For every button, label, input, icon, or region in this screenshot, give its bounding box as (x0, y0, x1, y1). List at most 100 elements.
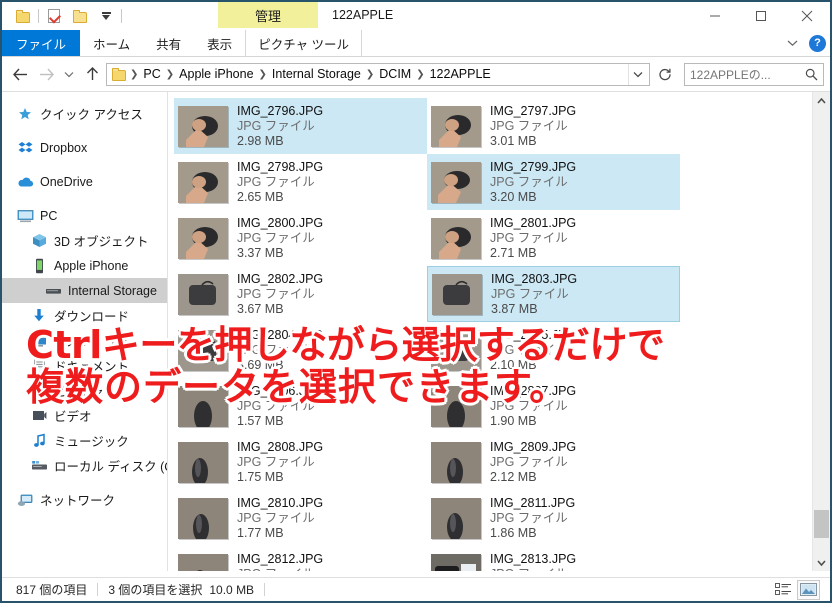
breadcrumb-item-apple-iphone[interactable]: Apple iPhone (175, 67, 257, 81)
sidebar-item-videos[interactable]: ビデオ (2, 403, 167, 428)
sidebar-item-quick-access[interactable]: クイック アクセス (2, 101, 167, 126)
address-dropdown-button[interactable] (628, 63, 647, 85)
collapse-ribbon-button[interactable] (781, 32, 803, 54)
recent-locations-button[interactable] (60, 62, 78, 86)
navigation-pane[interactable]: クイック アクセス Dropbox OneDrive PC 3D オブジェクト … (2, 92, 168, 571)
file-thumbnail (178, 497, 228, 539)
status-divider-2 (264, 583, 266, 596)
breadcrumb-item-dcim[interactable]: DCIM (375, 67, 415, 81)
file-name: IMG_2806.JPG (237, 383, 324, 398)
minimize-button[interactable] (692, 2, 738, 30)
sidebar-item-label: OneDrive (40, 174, 93, 189)
file-thumbnail (178, 105, 228, 147)
file-item[interactable]: IMG_2806.JPG JPG ファイル 1.57 MB (174, 378, 427, 434)
tab-picture-tools[interactable]: ピクチャ ツール (245, 30, 363, 56)
sidebar-item-label: ネットワーク (40, 494, 116, 508)
file-item[interactable]: IMG_2799.JPG JPG ファイル 3.20 MB (427, 154, 680, 210)
file-item[interactable]: IMG_2812.JPG JPG ファイル 1.73 MB (174, 546, 427, 571)
picture-icon (30, 383, 48, 399)
file-item[interactable]: IMG_2807.JPG JPG ファイル 1.90 MB (427, 378, 680, 434)
sidebar-item-dropbox[interactable]: Dropbox (2, 135, 167, 160)
scroll-down-button[interactable] (813, 554, 830, 571)
breadcrumb-item-pc[interactable]: PC (139, 67, 164, 81)
properties-button[interactable] (41, 5, 67, 27)
tab-file[interactable]: ファイル (2, 30, 81, 56)
phone-icon (30, 258, 48, 274)
file-item[interactable]: IMG_2811.JPG JPG ファイル 1.86 MB (427, 490, 680, 546)
large-icons-view-button[interactable] (797, 579, 820, 600)
sidebar-item-local-disk-c[interactable]: ローカル ディスク (C:) (2, 453, 167, 478)
file-item[interactable]: IMG_2804.JPG JPG ファイル 3.69 MB (174, 322, 427, 378)
file-thumbnail (431, 441, 481, 483)
view-mode-buttons (772, 579, 826, 600)
file-item[interactable]: IMG_2809.JPG JPG ファイル 2.12 MB (427, 434, 680, 490)
file-size: 1.77 MB (237, 525, 284, 540)
scroll-up-button[interactable] (813, 92, 830, 109)
help-button[interactable]: ? (809, 34, 826, 52)
new-folder-button[interactable] (67, 5, 93, 27)
breadcrumb-item-internal-storage[interactable]: Internal Storage (268, 67, 365, 81)
file-item[interactable]: IMG_2813.JPG JPG ファイル 1.33 MB (427, 546, 680, 571)
file-meta: IMG_2811.JPG JPG ファイル 1.86 MB (490, 496, 575, 541)
monitor-icon (16, 208, 34, 224)
tab-home[interactable]: ホーム (80, 30, 143, 56)
close-button[interactable] (784, 2, 830, 30)
cloud-icon (16, 174, 34, 190)
sidebar-item-apple-iphone[interactable]: Apple iPhone (2, 253, 167, 278)
status-item-count: 817 個の項目 (6, 581, 97, 598)
file-name: IMG_2810.JPG (237, 495, 324, 510)
file-item[interactable]: IMG_2802.JPG JPG ファイル 3.67 MB (174, 266, 427, 322)
sidebar-item-onedrive[interactable]: OneDrive (2, 169, 167, 194)
download-icon (30, 308, 48, 324)
file-item[interactable]: IMG_2805.JPG JPG ファイル 2.10 MB (427, 322, 680, 378)
sidebar-item-music[interactable]: ミュージック (2, 428, 167, 453)
sidebar-item-label: Dropbox (40, 140, 88, 155)
address-bar: ❯ PC ❯ Apple iPhone ❯ Internal Storage ❯… (2, 57, 830, 91)
sidebar-item-internal-storage[interactable]: Internal Storage (2, 278, 167, 303)
file-item[interactable]: IMG_2796.JPG JPG ファイル 2.98 MB (174, 98, 427, 154)
sidebar-item-downloads[interactable]: ダウンロード (2, 303, 167, 328)
status-selection: 3 個の項目を選択 10.0 MB (98, 581, 264, 598)
desktop-icon (30, 333, 48, 349)
star-icon (16, 106, 34, 122)
file-list-pane[interactable]: IMG_2796.JPG JPG ファイル 2.98 MB IMG_2797.J… (168, 92, 830, 571)
file-name: IMG_2797.JPG (490, 103, 577, 118)
file-item[interactable]: IMG_2798.JPG JPG ファイル 2.65 MB (174, 154, 427, 210)
sidebar-item-pc[interactable]: PC (2, 203, 167, 228)
tab-share[interactable]: 共有 (143, 30, 194, 56)
breadcrumb-bar[interactable]: ❯ PC ❯ Apple iPhone ❯ Internal Storage ❯… (106, 62, 650, 86)
status-item-count-text: 817 個の項目 (16, 583, 88, 597)
maximize-button[interactable] (738, 2, 784, 30)
customize-qat-button[interactable] (93, 5, 119, 27)
status-selection-text: 3 個の項目を選択 (108, 583, 203, 597)
back-button[interactable] (8, 62, 32, 86)
file-name: IMG_2800.JPG (237, 215, 324, 230)
breadcrumb-separator: ❯ (165, 68, 175, 80)
file-item[interactable]: IMG_2803.JPG JPG ファイル 3.87 MB (427, 266, 680, 322)
file-item[interactable]: IMG_2810.JPG JPG ファイル 1.77 MB (174, 490, 427, 546)
file-item[interactable]: IMG_2801.JPG JPG ファイル 2.71 MB (427, 210, 680, 266)
breadcrumb-separator: ❯ (258, 68, 267, 80)
file-item[interactable]: IMG_2800.JPG JPG ファイル 3.37 MB (174, 210, 427, 266)
file-item[interactable]: IMG_2797.JPG JPG ファイル 3.01 MB (427, 98, 680, 154)
sidebar-item-pictures[interactable]: ピクチャ (2, 378, 167, 403)
refresh-button[interactable] (652, 62, 678, 87)
file-meta: IMG_2801.JPG JPG ファイル 2.71 MB (490, 216, 576, 261)
sidebar-item-network[interactable]: ネットワーク (2, 487, 167, 512)
scrollbar-thumb[interactable] (814, 510, 829, 538)
search-box[interactable]: 122APPLEの... (684, 62, 824, 86)
sidebar-item-documents[interactable]: ドキュメント (2, 353, 167, 378)
sidebar-item-desktop[interactable]: デスクトップ (2, 328, 167, 353)
file-item[interactable]: IMG_2808.JPG JPG ファイル 1.75 MB (174, 434, 427, 490)
breadcrumb-item-122apple[interactable]: 122APPLE (426, 67, 495, 81)
sidebar-item-3d-objects[interactable]: 3D オブジェクト (2, 228, 167, 253)
vertical-scrollbar[interactable] (812, 92, 830, 571)
tab-view[interactable]: 表示 (194, 30, 245, 56)
search-input[interactable]: 122APPLEの... (690, 66, 771, 83)
details-view-button[interactable] (772, 580, 795, 600)
tab-share-label: 共有 (156, 37, 182, 52)
file-name: IMG_2805.JPG (490, 327, 577, 342)
contextual-tab-header: 管理 (218, 2, 318, 28)
up-button[interactable] (80, 62, 104, 86)
folder-icon-button[interactable] (10, 5, 36, 27)
